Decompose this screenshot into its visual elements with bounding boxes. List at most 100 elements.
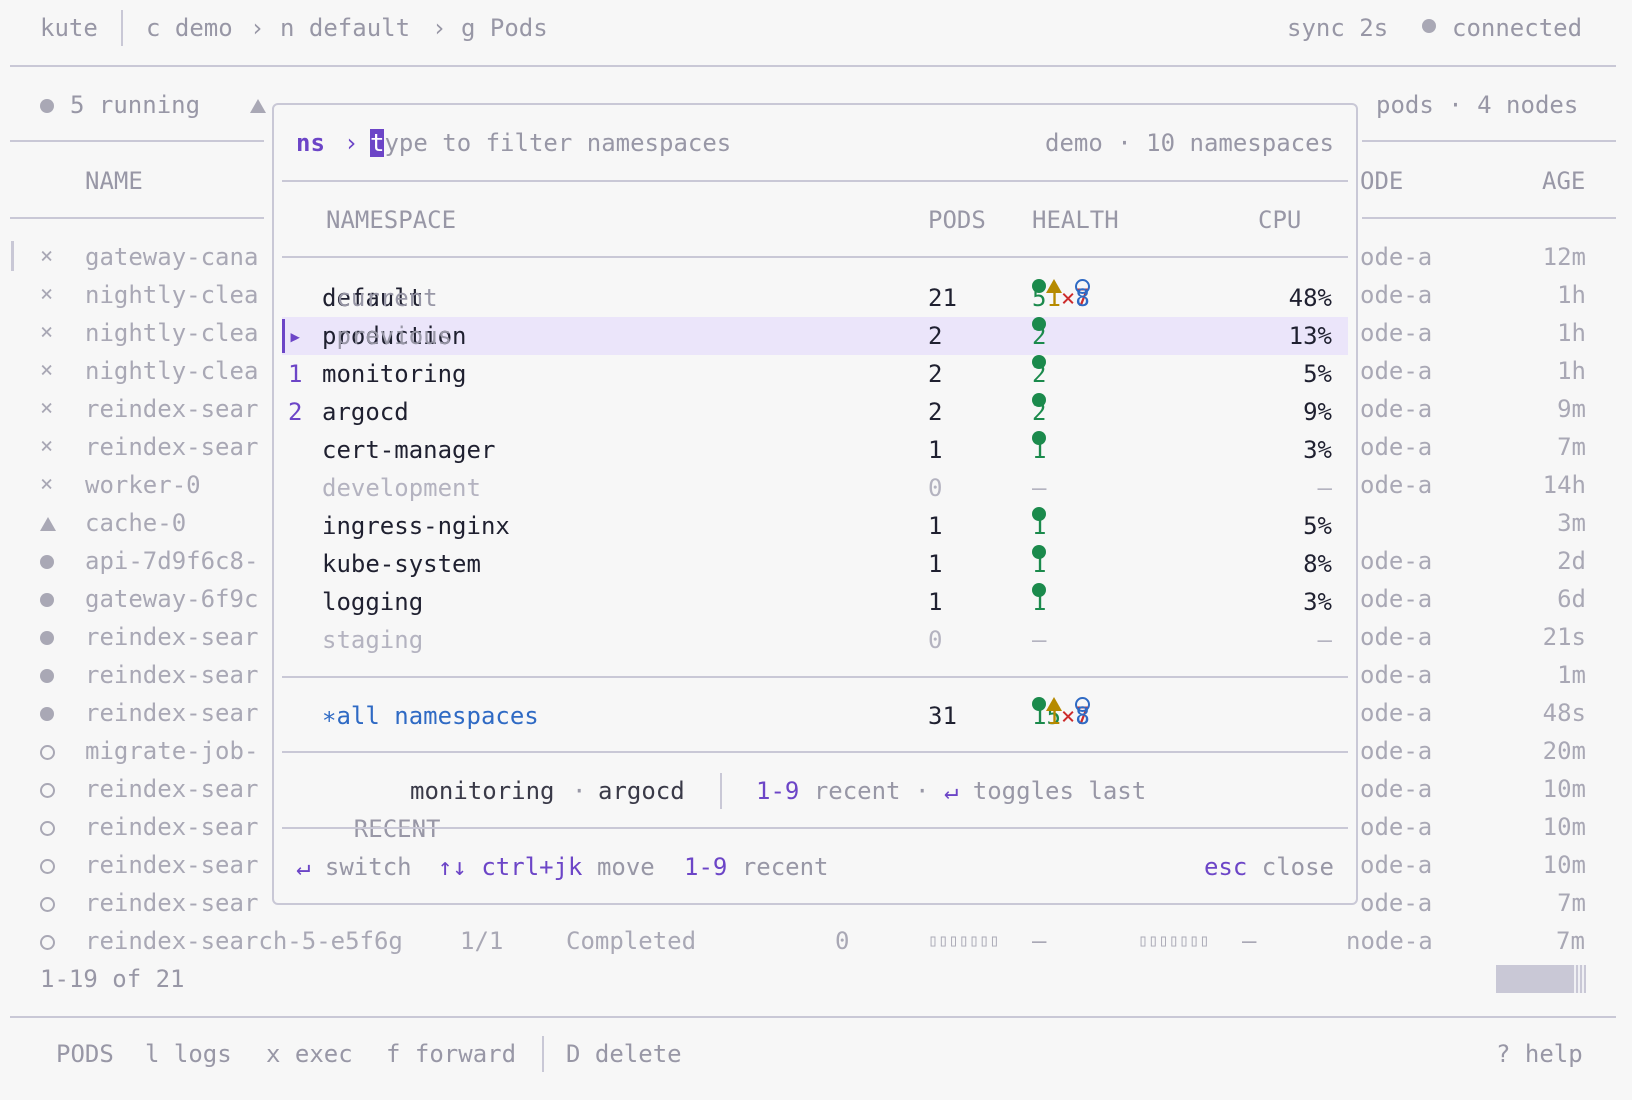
recent-item[interactable]: argocd [598,772,685,810]
scrollbar[interactable] [1496,965,1586,993]
switch-hint[interactable]: ↵ switch [296,848,412,886]
pod-name: worker-0 [85,471,201,499]
crumb-resource[interactable]: g Pods [461,9,548,47]
namespace-row-cert-manager[interactable]: cert-manager 1 1 3% [282,431,1348,469]
divider [10,1016,1616,1018]
close-button[interactable]: esc close [1204,848,1334,886]
recent-sep: · [572,777,587,805]
namespace-name: production previous [322,322,467,350]
namespace-row-production[interactable]: ▸ production previous 2 2 13% [282,317,1348,355]
pod-age: 20m [1542,737,1586,765]
pod-node: ode-a [1360,243,1433,271]
all-health: 15 1 × 7 8 [1032,697,1091,735]
pod-age: 1h [1557,319,1586,347]
namespace-row-ingress-nginx[interactable]: ingress-nginx 1 1 5% [282,507,1348,545]
divider [720,773,722,809]
namespace-row-argocd[interactable]: 2 argocd 2 2 9% [282,393,1348,431]
running-dot-icon [40,656,54,694]
divider [10,140,264,142]
namespace-filter-input[interactable]: type to filter namespaces [370,124,731,162]
running-dot-icon [40,694,54,732]
divider [1362,217,1616,219]
pod-node: ode-a [1360,699,1433,727]
pod-age: 12m [1542,243,1586,271]
namespace-pods: 2 [928,360,943,388]
recent-hint: 1-9 recent · ↵ toggles last [756,777,1147,805]
pod-name: nightly-clea [85,319,259,347]
connection-dot-icon [1422,19,1436,57]
pod-age: 6d [1557,585,1586,613]
namespace-pods: 2 [928,322,943,350]
failed-x-icon: × [40,434,54,459]
divider [282,827,1348,829]
pod-node: ode-a [1360,547,1433,575]
crumb-context[interactable]: c demo [146,9,233,47]
pod-node: ode-a [1360,889,1433,917]
pod-ready: 1/1 [460,927,504,955]
pod-node: node-a [1346,927,1433,955]
namespace-row-development[interactable]: development 0– – [282,469,1348,507]
namespace-cpu: – [1317,474,1332,502]
namespace-row-staging[interactable]: staging 0– – [282,621,1348,659]
prompt-chevron-icon: › [344,129,359,157]
pod-name: api-7d9f6c8- [85,547,259,575]
pod-node: ode-a [1360,395,1433,423]
recent-label: RECENT [353,815,441,843]
sync-status: sync 2s [1287,14,1389,42]
crumb-namespace[interactable]: n default [280,9,410,47]
completed-ring-icon [40,884,55,922]
recent-key-hint[interactable]: 1-9 recent [684,848,829,886]
namespace-row-default[interactable]: default current 21 5 1 × 7 8 48% [282,279,1348,317]
pod-age: 10m [1542,775,1586,803]
running-dot-icon [40,542,54,580]
divider [282,751,1348,753]
delete-action[interactable]: D delete [566,1035,682,1073]
namespace-row-kube-system[interactable]: kube-system 1 1 8% [282,545,1348,583]
pod-node: ode-a [1360,357,1433,385]
pod-node: ode-a [1360,661,1433,689]
crumb-sep-icon: › [432,14,447,42]
namespace-pods: 21 [928,284,957,312]
pod-age: 1m [1557,661,1586,689]
help-action[interactable]: ? help [1496,1035,1583,1073]
failed-x-icon: × [40,472,54,497]
col-header-age[interactable]: AGE [1542,162,1585,200]
pod-age: 2d [1557,547,1586,575]
namespace-pods: 1 [928,436,943,464]
divider [282,180,1348,182]
divider [10,65,1616,67]
forward-action[interactable]: f forward [386,1035,516,1073]
pod-name: cache-0 [85,509,187,537]
pod-name: gateway-6f9c [85,585,259,613]
pod-name: reindex-sear [85,623,259,651]
row-marker: 2 [288,398,303,426]
exec-action[interactable]: x exec [266,1035,353,1073]
pod-age: 48s [1542,699,1586,727]
logs-action[interactable]: l logs [145,1035,232,1073]
connection-status: connected [1452,14,1583,42]
pod-status: Completed [566,927,697,955]
pod-age: 14h [1542,471,1586,499]
namespace-health: – [1032,474,1047,502]
namespace-cpu: 48% [1288,284,1332,312]
completed-ring-icon [40,732,55,770]
namespace-row-logging[interactable]: logging 1 1 3% [282,583,1348,621]
col-header-pods: PODS [928,206,986,234]
col-header-node[interactable]: ODE [1360,162,1403,200]
completed-ring-icon [40,922,55,960]
divider [282,676,1348,678]
completed-ring-icon [40,846,55,884]
all-namespaces-row[interactable]: ∗ all namespaces 31 15 1 × 7 8 [282,697,1348,735]
namespace-row-monitoring[interactable]: 1 monitoring 2 2 5% [282,355,1348,393]
namespace-cpu: 13% [1288,322,1332,350]
namespace-cpu: 3% [1303,588,1332,616]
pod-name: reindex-sear [85,433,259,461]
pod-node: ode-a [1360,813,1433,841]
col-header-name[interactable]: NAME [85,162,143,200]
divider [10,217,264,219]
table-row[interactable]: reindex-search-5-e5f6g 1/1 Completed 0 ▯… [0,922,1632,960]
namespace-cpu: 9% [1303,398,1332,426]
move-hint[interactable]: ↑↓ ctrl+jk move [438,848,655,886]
recent-item[interactable]: monitoring [410,772,555,810]
modal-context: demo · 10 namespaces [1045,129,1334,157]
